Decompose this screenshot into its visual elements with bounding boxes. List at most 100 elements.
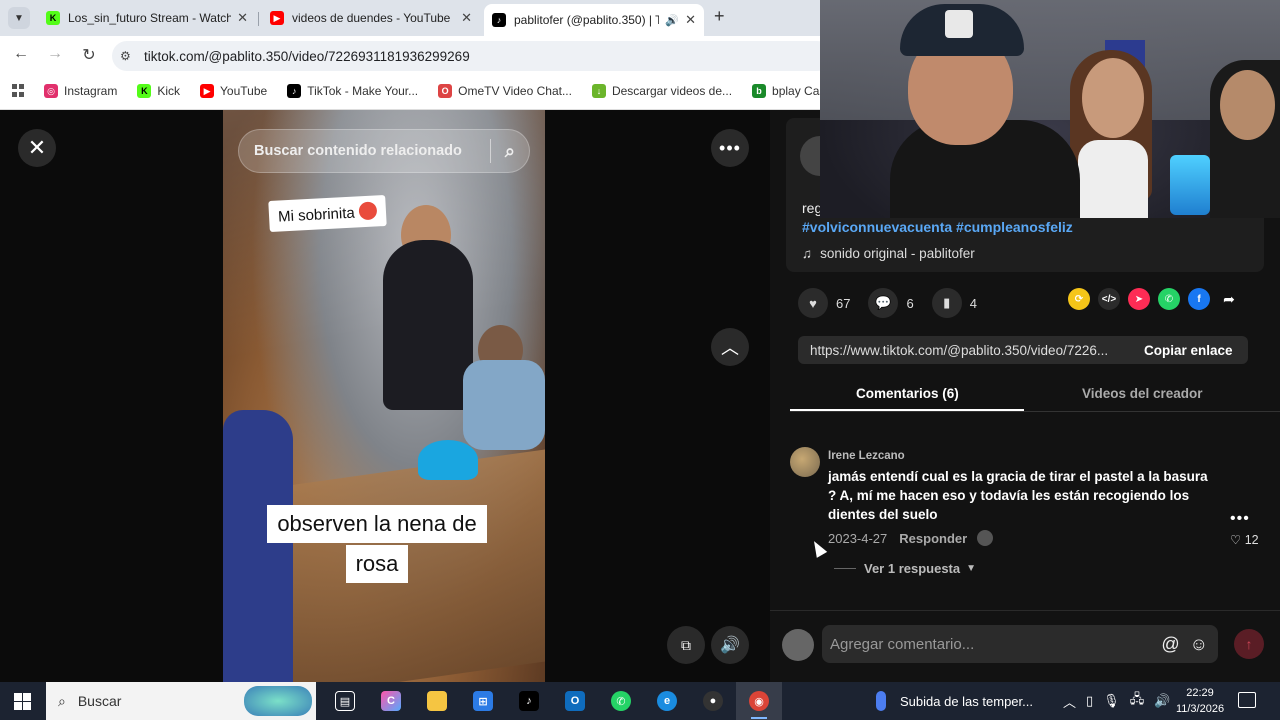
share-arrow-icon[interactable]: ➦ xyxy=(1218,288,1240,310)
like-button[interactable]: ♥ 67 xyxy=(798,288,850,318)
bookmark-descargar-videos[interactable]: ↓ Descargar videos de... xyxy=(591,84,732,98)
store-icon[interactable]: ⊞ xyxy=(460,682,506,720)
phone-link-icon[interactable]: ▯ xyxy=(1086,693,1093,709)
bookmark-ometv[interactable]: O OmeTV Video Chat... xyxy=(438,84,572,98)
copilot-icon[interactable]: C xyxy=(368,682,414,720)
repost-icon[interactable]: ⟳ xyxy=(1068,288,1090,310)
clock[interactable]: 22:29 11/3/2026 xyxy=(1172,685,1228,717)
address-bar-row: ← → ↻ ⚙ tiktok.com/@pablito.350/video/72… xyxy=(0,36,832,76)
ometv-icon: O xyxy=(438,84,453,98)
hashtags[interactable]: #volviconnuevacuenta #cumpleanosfeliz xyxy=(802,219,1073,235)
system-tray: ︿ ▯ 🎙 🖧 🔊 xyxy=(1058,682,1175,720)
webcam-person-right-head xyxy=(1220,70,1275,140)
tab-comments[interactable]: Comentarios (6) xyxy=(856,386,959,401)
video-scene-cake xyxy=(418,440,478,480)
previous-video-button[interactable]: ︿ xyxy=(711,328,749,366)
comment-button[interactable]: 💬 6 xyxy=(868,288,914,318)
edge-icon[interactable]: e xyxy=(644,682,690,720)
avatar xyxy=(782,629,814,661)
thermometer-icon xyxy=(876,691,886,711)
emoji-icon[interactable]: ☺ xyxy=(1190,634,1208,655)
reload-icon[interactable]: ↻ xyxy=(78,45,100,65)
comment-icon: 💬 xyxy=(868,288,899,318)
copy-link-box: https://www.tiktok.com/@pablito.350/vide… xyxy=(798,336,1248,364)
weather-widget[interactable]: Subida de las temper... xyxy=(876,682,1033,720)
sound-link[interactable]: ♫ sonido original - pablitofer xyxy=(802,246,975,261)
close-icon[interactable]: ✕ xyxy=(461,10,472,26)
video-stage: ✕ Buscar contenido relacionado ⌕ Mi sobr… xyxy=(0,110,770,682)
comment-meta: 2023-4-27 Responder xyxy=(828,530,994,546)
whatsapp-icon[interactable]: ✆ xyxy=(1158,288,1180,310)
file-explorer-icon[interactable] xyxy=(414,682,460,720)
task-view-icon[interactable]: ▤ xyxy=(322,682,368,720)
network-icon[interactable]: 🖧 xyxy=(1130,690,1145,712)
outlook-icon[interactable]: O xyxy=(552,682,598,720)
speaker-icon[interactable]: 🔊 xyxy=(665,14,679,27)
reply-button[interactable]: Responder xyxy=(899,531,967,546)
tiktok-icon[interactable]: ♪ xyxy=(506,682,552,720)
picture-in-picture-button[interactable]: ⧉ xyxy=(667,626,705,664)
facebook-icon[interactable]: f xyxy=(1188,288,1210,310)
bplay-icon: b xyxy=(752,84,767,98)
bookmark-youtube[interactable]: ▶ YouTube xyxy=(200,84,267,98)
avatar[interactable] xyxy=(790,447,820,477)
close-video-button[interactable]: ✕ xyxy=(18,129,56,167)
more-options-button[interactable]: ••• xyxy=(711,129,749,167)
tab-kick-stream[interactable]: K Los_sin_futuro Stream - Watch ✕ xyxy=(38,4,256,32)
bookmarks-bar: ◎ Instagram K Kick ▶ YouTube ♪ TikTok - Make… xyxy=(0,76,820,106)
apps-grid-icon[interactable] xyxy=(12,84,24,98)
angry-face-emoji-icon xyxy=(358,201,378,221)
chevron-down-icon: ▼ xyxy=(966,563,977,574)
bookmark-instagram[interactable]: ◎ Instagram xyxy=(44,84,117,98)
send-icon[interactable]: ➤ xyxy=(1128,288,1150,310)
webcam-person-face xyxy=(1082,58,1144,138)
mention-icon[interactable]: @ xyxy=(1161,634,1179,655)
back-arrow-icon[interactable]: ← xyxy=(10,45,32,63)
comment-input[interactable]: Agregar comentario... @ ☺ xyxy=(822,625,1218,663)
embed-icon[interactable]: </> xyxy=(1098,288,1120,310)
notification-icon[interactable] xyxy=(1238,692,1256,708)
volume-icon[interactable]: 🔊 xyxy=(1154,693,1170,709)
close-icon[interactable]: ✕ xyxy=(685,12,696,28)
tiktok-icon: ♪ xyxy=(287,84,302,98)
taskbar-search[interactable]: ⌕ Buscar xyxy=(46,682,316,720)
comment-username[interactable]: Irene Lezcano xyxy=(828,450,905,462)
obs-icon[interactable]: ● xyxy=(690,682,736,720)
bookmark-kick[interactable]: K Kick xyxy=(137,84,180,98)
cap-logo xyxy=(945,10,973,38)
windows-start-icon[interactable] xyxy=(0,682,44,720)
search-divider xyxy=(489,139,491,163)
chevron-up-icon[interactable]: ︿ xyxy=(1063,692,1076,711)
more-dots-icon: ••• xyxy=(719,137,741,158)
whatsapp-icon[interactable]: ✆ xyxy=(598,682,644,720)
tab-creator-videos[interactable]: Videos del creador xyxy=(1082,386,1203,401)
site-settings-icon[interactable]: ⚙ xyxy=(120,49,144,63)
bookmark-tiktok[interactable]: ♪ TikTok - Make Your... xyxy=(287,84,418,98)
microphone-icon[interactable]: 🎙 xyxy=(1103,693,1120,709)
taskbar-apps: ▤ C ⊞ ♪ O ✆ e ● ◉ xyxy=(322,682,782,720)
new-tab-button[interactable]: + xyxy=(714,6,725,27)
copy-link-button[interactable]: Copiar enlace xyxy=(1144,343,1233,358)
tab-search-dropdown[interactable]: ▼ xyxy=(8,7,30,29)
url-field[interactable]: ⚙ tiktok.com/@pablito.350/video/72269311… xyxy=(112,41,832,71)
related-search-input[interactable]: Buscar contenido relacionado ⌕ xyxy=(238,129,530,173)
view-replies-button[interactable]: Ver 1 respuesta ▼ xyxy=(834,561,976,576)
search-icon[interactable]: ⌕ xyxy=(505,141,515,162)
video-caption-top: Mi sobrinita xyxy=(268,194,387,233)
send-comment-button[interactable]: ↑ xyxy=(1234,629,1264,659)
comment-composer: Agregar comentario... @ ☺ ↑ xyxy=(770,610,1280,682)
volume-button[interactable]: 🔊 xyxy=(711,626,749,664)
action-bar: ♥ 67 💬 6 ▮ 4 ⟳ </> ➤ ✆ f ➦ xyxy=(798,288,1268,318)
youtube-icon: ▶ xyxy=(270,11,284,25)
comment-like-button[interactable]: ♡ 12 xyxy=(1230,532,1259,547)
comment-more-icon[interactable]: ••• xyxy=(1230,510,1250,528)
video-player[interactable]: Buscar contenido relacionado ⌕ Mi sobrin… xyxy=(223,110,545,682)
tab-youtube[interactable]: ▶ videos de duendes - YouTube ✕ xyxy=(262,4,480,32)
forward-arrow-icon[interactable]: → xyxy=(44,45,66,63)
save-button[interactable]: ▮ 4 xyxy=(931,288,977,318)
search-icon: ⌕ xyxy=(58,692,66,709)
close-icon[interactable]: ✕ xyxy=(237,10,248,26)
chrome-icon[interactable]: ◉ xyxy=(736,682,782,720)
tab-tiktok[interactable]: ♪ pablitofer (@pablito.350) | T 🔊 ✕ xyxy=(484,4,704,36)
bookmark-bplay[interactable]: bbplay Casino - Pl xyxy=(752,84,820,98)
